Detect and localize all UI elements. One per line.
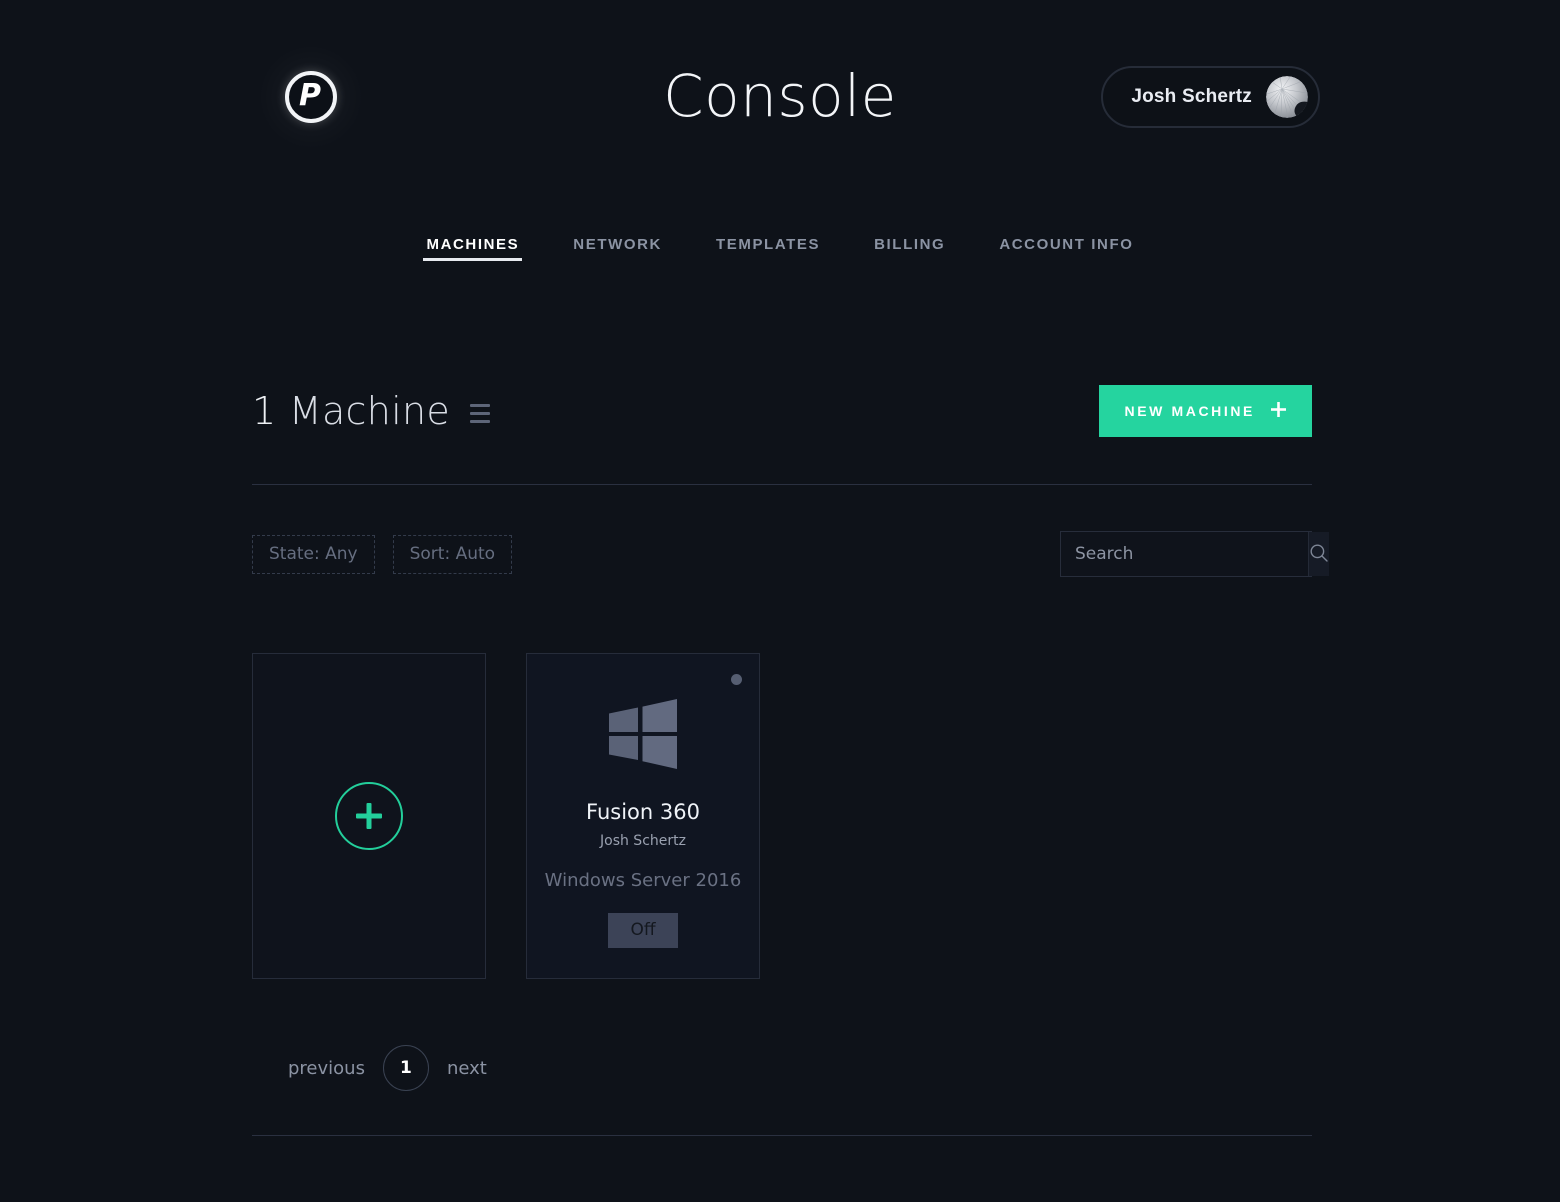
pagination-previous[interactable]: previous (288, 1058, 365, 1079)
user-menu-button[interactable]: Josh Schertz (1101, 66, 1320, 128)
pagination-next[interactable]: next (447, 1058, 487, 1079)
add-machine-card[interactable] (252, 653, 486, 979)
machines-panel: 1 Machine NEW MACHINE State: Any Sort: A… (252, 380, 1329, 1136)
sort-filter-chip[interactable]: Sort: Auto (392, 534, 513, 574)
machine-name: Fusion 360 (586, 800, 700, 824)
search-input[interactable] (1061, 532, 1308, 576)
machine-count-number: 1 (252, 389, 277, 433)
filter-chips: State: Any Sort: Auto (252, 534, 513, 574)
machine-owner: Josh Schertz (600, 833, 686, 849)
plus-icon (1271, 402, 1286, 420)
filter-bar: State: Any Sort: Auto (252, 531, 1329, 577)
machine-count-label: Machine (288, 389, 451, 433)
machine-state-badge[interactable]: Off (608, 913, 678, 948)
machine-os: Windows Server 2016 (544, 870, 742, 891)
footer-divider (252, 1135, 1312, 1136)
list-view-icon-bar (470, 403, 491, 407)
plus-circle-icon (335, 782, 403, 850)
machines-grid: Fusion 360 Josh Schertz Windows Server 2… (252, 653, 1312, 979)
header-divider (252, 484, 1312, 485)
tab-account-info[interactable]: ACCOUNT INFO (972, 236, 1160, 269)
search-icon (1309, 543, 1329, 566)
list-header: 1 Machine NEW MACHINE (252, 380, 1312, 442)
machine-count-block: 1 Machine (252, 389, 491, 433)
tab-network[interactable]: NETWORK (546, 236, 689, 269)
search-button[interactable] (1308, 532, 1329, 576)
status-dot-icon (731, 674, 742, 685)
main-navigation: MACHINES NETWORK TEMPLATES BILLING ACCOU… (0, 236, 1560, 269)
tab-billing[interactable]: BILLING (847, 236, 972, 269)
avatar (1266, 76, 1308, 118)
state-filter-chip[interactable]: State: Any (252, 534, 375, 574)
machine-count: 1 Machine (252, 389, 450, 433)
page-header: P Console Josh Schertz (0, 0, 1560, 196)
user-name: Josh Schertz (1131, 86, 1252, 107)
pagination: previous 1 next (288, 1045, 1312, 1091)
list-view-icon-bar (470, 419, 491, 423)
machine-card[interactable]: Fusion 360 Josh Schertz Windows Server 2… (526, 653, 760, 979)
tab-templates[interactable]: TEMPLATES (689, 236, 847, 269)
list-view-icon-bar (470, 411, 491, 415)
new-machine-button[interactable]: NEW MACHINE (1098, 385, 1312, 437)
list-view-icon[interactable] (470, 400, 491, 423)
new-machine-label: NEW MACHINE (1124, 403, 1255, 419)
console-page: P Console Josh Schertz MACHINES NETWORK … (0, 0, 1560, 1202)
windows-logo-icon (606, 692, 680, 776)
tab-machines[interactable]: MACHINES (399, 236, 546, 269)
search-box (1060, 531, 1329, 577)
page-title: Console (663, 62, 897, 130)
pagination-page-1[interactable]: 1 (382, 1045, 429, 1091)
